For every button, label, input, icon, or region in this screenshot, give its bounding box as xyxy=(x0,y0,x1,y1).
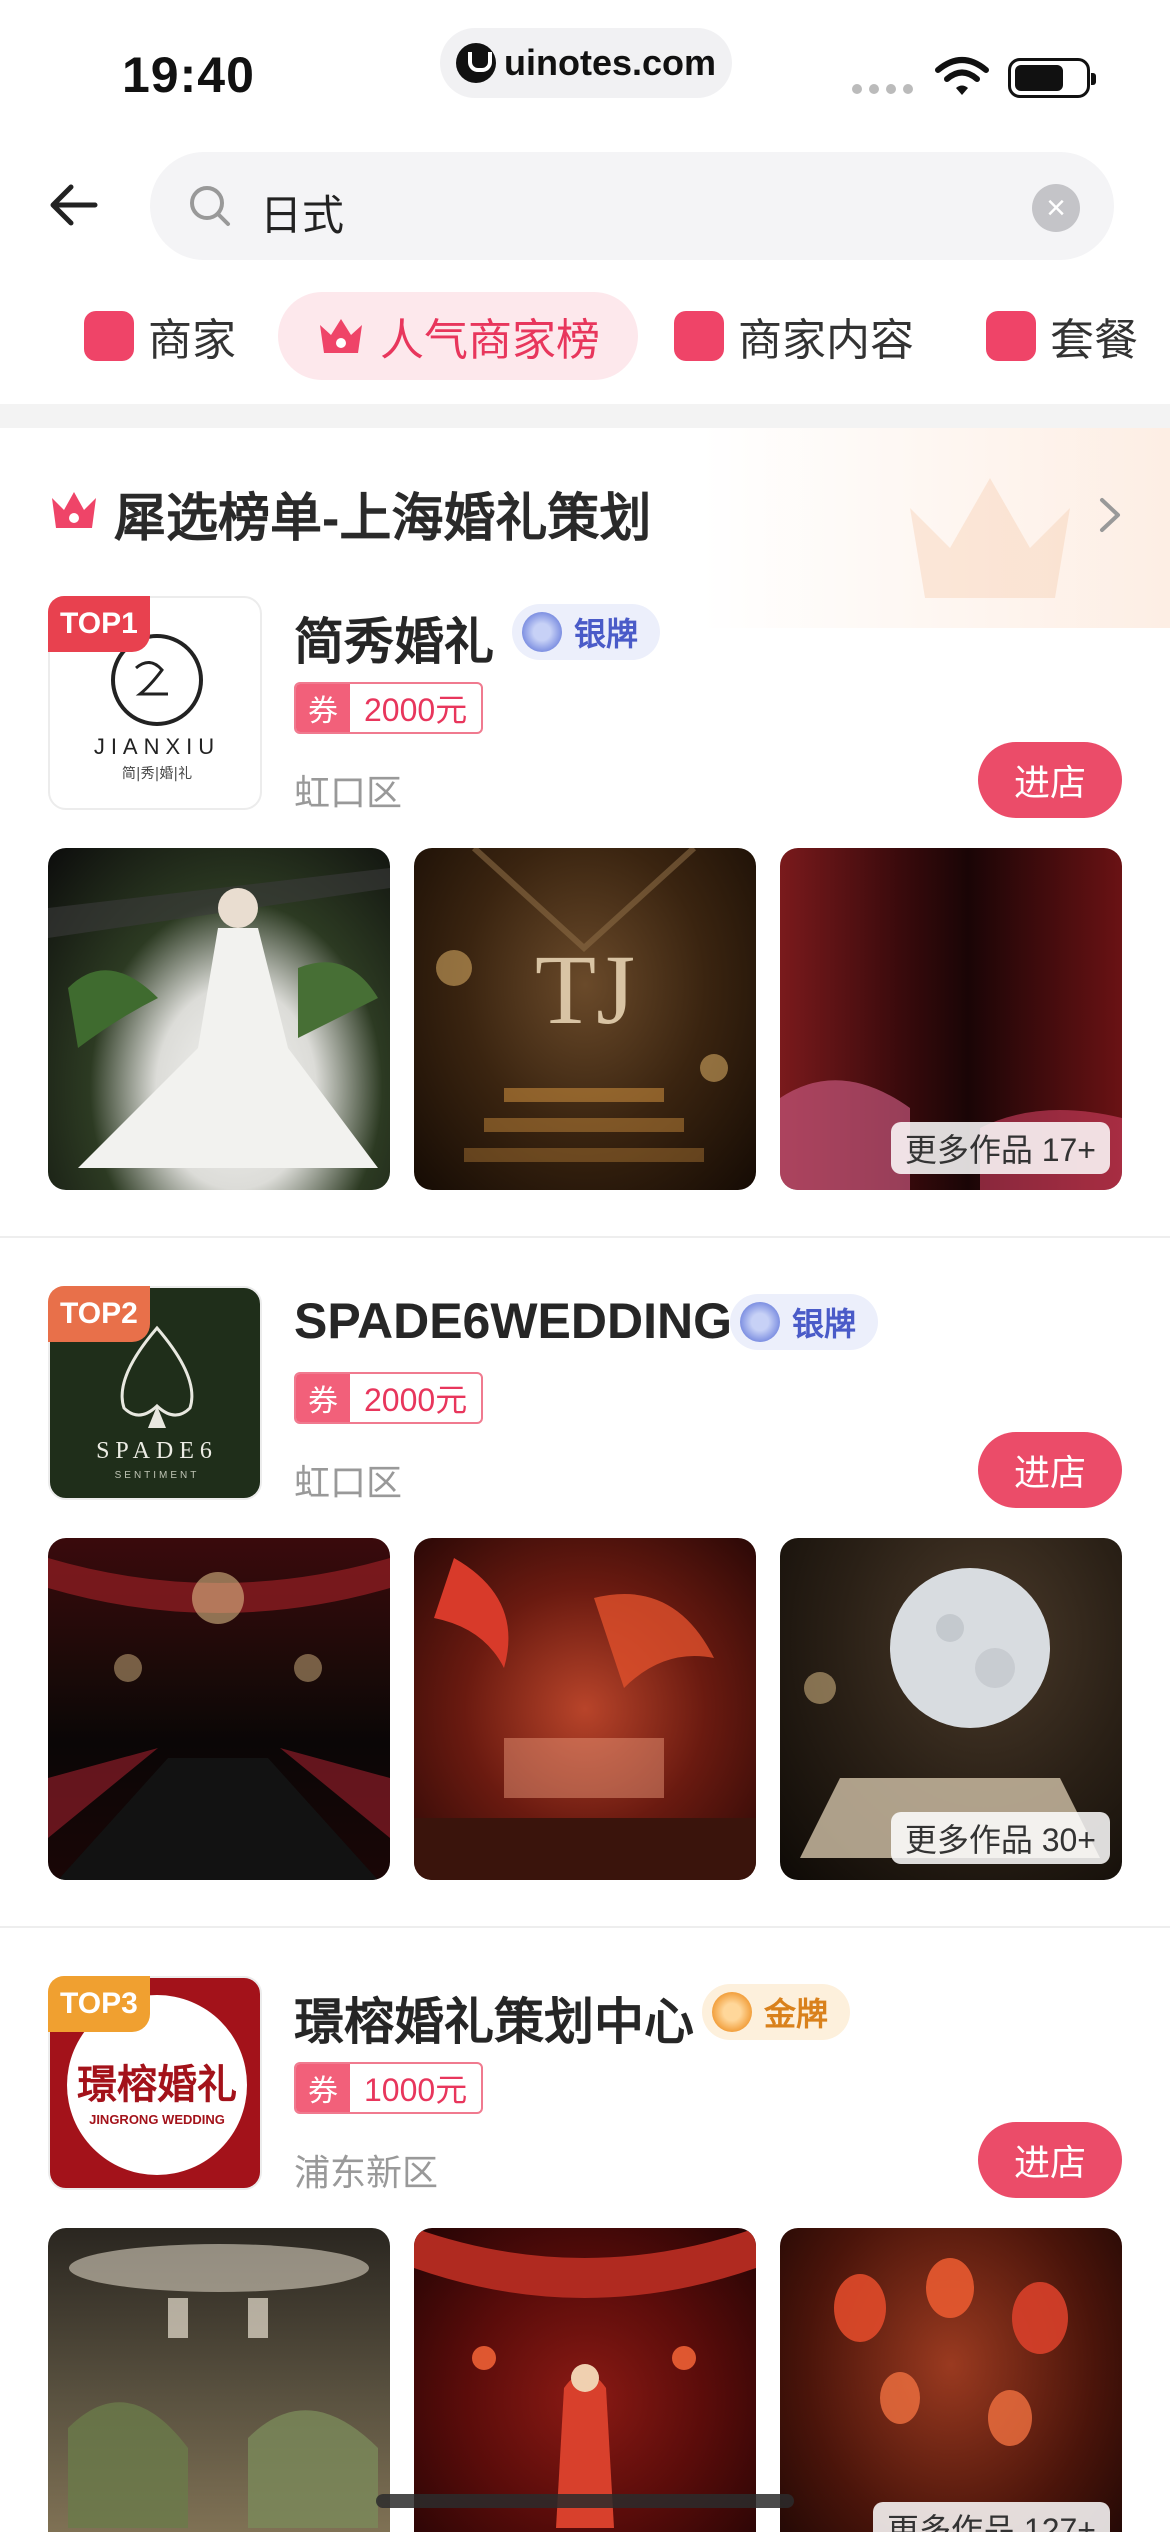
enter-store-button[interactable]: 进店 xyxy=(978,742,1122,818)
tab-label: 套餐 xyxy=(1050,316,1138,365)
url-pill[interactable]: uinotes.com xyxy=(440,28,732,98)
logo-subtext: 简|秀|婚|礼 xyxy=(122,765,192,782)
card-divider xyxy=(0,1926,1170,1928)
work-photo-red-curtain[interactable]: 更多作品 17+ xyxy=(780,848,1122,1190)
work-photo-chandelier-hall[interactable] xyxy=(48,1538,390,1880)
rank-badge: TOP3 xyxy=(48,1976,150,2032)
crown-icon xyxy=(52,492,96,528)
battery-icon xyxy=(1008,58,1096,98)
site-logo-icon xyxy=(455,43,496,83)
lanterns-image xyxy=(834,2258,1068,2446)
chinese-wedding-image xyxy=(414,2228,756,2528)
logo-subtext: SENTIMENT xyxy=(115,1470,200,1481)
logo-subtext: JINGRONG WEDDING xyxy=(89,2112,225,2127)
merchant-district: 虹口区 xyxy=(294,772,403,813)
search-value: 日式 xyxy=(260,192,345,239)
status-time: 19:40 xyxy=(122,47,255,103)
coupon-tag: 券 xyxy=(296,1374,350,1422)
bride-photo-image xyxy=(48,868,390,1168)
medal-label: 银牌 xyxy=(792,1306,857,1342)
work-photo-chinese-wedding[interactable] xyxy=(414,2228,756,2532)
category-tabs: 商家 人气商家榜 商家内容 套餐 xyxy=(0,292,1170,392)
tab-popular-merchant-ranking[interactable]: 人气商家榜 xyxy=(278,292,638,380)
home-indicator[interactable] xyxy=(376,2494,794,2508)
merchant-name: 璟榕婚礼策划中心 xyxy=(294,1994,694,2050)
merchant-card[interactable]: SPADE6 SENTIMENT TOP2 SPADE6WEDDING 银牌 券… xyxy=(0,1286,1170,1880)
medal-badge: 银牌 xyxy=(730,1294,879,1350)
coupon-amount: 2000元 xyxy=(364,1382,468,1418)
coupon-badge: 券 2000元 xyxy=(294,682,484,734)
coupon-badge: 券 1000元 xyxy=(294,2062,484,2114)
logo-text: SPADE6 xyxy=(96,1438,218,1464)
back-button[interactable] xyxy=(40,172,106,238)
merchant-card[interactable]: JIANXIU 简|秀|婚|礼 TOP1 简秀婚礼 银牌 券 2000元 虹口区… xyxy=(0,596,1170,1190)
merchant-name: 简秀婚礼 xyxy=(294,614,494,670)
medal-badge: 金牌 xyxy=(702,1984,851,2040)
tab-label: 商家 xyxy=(148,316,236,365)
coupon-tag: 券 xyxy=(296,684,350,732)
work-photo-garden-stage[interactable] xyxy=(48,2228,390,2532)
work-photo-moon-stage[interactable]: 更多作品 30+ xyxy=(780,1538,1122,1880)
wifi-icon xyxy=(935,57,989,95)
work-photo-lanterns[interactable]: 更多作品 127+ xyxy=(780,2228,1122,2532)
garden-stage-image xyxy=(68,2244,378,2528)
status-bar: 19:40 uinotes.com xyxy=(0,0,1170,140)
stage-monogram-image: TJ xyxy=(436,848,728,1162)
close-icon: × xyxy=(1046,189,1066,227)
tab-merchants[interactable]: 商家 xyxy=(84,292,236,380)
card-divider xyxy=(0,1236,1170,1238)
crown-watermark-icon xyxy=(910,478,1070,598)
rank-badge: TOP2 xyxy=(48,1286,150,1342)
tab-label: 人气商家榜 xyxy=(380,316,600,365)
rank-badge: TOP1 xyxy=(48,596,150,652)
tab-merchant-content[interactable]: 商家内容 xyxy=(674,292,914,380)
coupon-amount: 1000元 xyxy=(364,2072,468,2108)
more-works-tag[interactable]: 更多作品 30+ xyxy=(890,1812,1110,1864)
ranking-section: 犀选榜单-上海婚礼策划 JIANXIU 简|秀|婚|礼 TOP1 简秀婚礼 银牌… xyxy=(0,428,1170,2532)
merchant-card[interactable]: 璟榕婚礼 JINGRONG WEDDING TOP3 璟榕婚礼策划中心 金牌 券… xyxy=(0,1976,1170,2532)
enter-store-button[interactable]: 进店 xyxy=(978,2122,1122,2198)
work-photo-bride[interactable] xyxy=(48,848,390,1190)
search-input[interactable]: 日式 × xyxy=(150,152,1114,260)
yen-tag-icon xyxy=(986,311,1036,361)
crown-icon xyxy=(320,319,362,353)
section-divider xyxy=(0,404,1170,428)
cellular-signal-icon xyxy=(852,84,913,94)
silver-medal-icon xyxy=(522,612,562,652)
merchant-district: 虹口区 xyxy=(294,1462,403,1503)
search-icon xyxy=(190,186,230,226)
medal-badge: 银牌 xyxy=(512,604,661,660)
section-title: 犀选榜单-上海婚礼策划 xyxy=(114,490,652,548)
logo-text: 璟榕婚礼 xyxy=(77,2061,237,2108)
gold-medal-icon xyxy=(712,1992,752,2032)
clear-search-button[interactable]: × xyxy=(1032,184,1080,232)
more-works-tag[interactable]: 更多作品 17+ xyxy=(890,1122,1110,1174)
more-works-tag[interactable]: 更多作品 127+ xyxy=(873,2502,1110,2532)
work-photo-red-stage[interactable] xyxy=(414,1538,756,1880)
merchant-name: SPADE6WEDDING xyxy=(294,1293,733,1349)
medal-label: 金牌 xyxy=(764,1996,829,2032)
coupon-badge: 券 2000元 xyxy=(294,1372,484,1424)
medal-label: 银牌 xyxy=(574,616,639,652)
work-gallery: TJ 更多作品 17+ xyxy=(48,848,1122,1190)
work-photo-stage[interactable]: TJ xyxy=(414,848,756,1190)
url-text: uinotes.com xyxy=(503,42,717,83)
red-stage-image xyxy=(414,1558,756,1880)
svg-text:TJ: TJ xyxy=(535,934,635,1045)
logo-text: JIANXIU xyxy=(94,734,220,759)
chevron-right-icon[interactable] xyxy=(1090,490,1130,540)
tab-packages[interactable]: 套餐 xyxy=(986,292,1138,380)
coupon-tag: 券 xyxy=(296,2064,350,2112)
tab-label: 商家内容 xyxy=(738,316,914,365)
arrow-left-icon xyxy=(50,184,98,226)
chandelier-hall-image xyxy=(48,1558,390,1880)
coupon-amount: 2000元 xyxy=(364,692,468,728)
document-icon xyxy=(674,311,724,361)
enter-store-button[interactable]: 进店 xyxy=(978,1432,1122,1508)
work-gallery: 更多作品 30+ xyxy=(48,1538,1122,1880)
merchant-district: 浦东新区 xyxy=(294,2152,439,2193)
work-gallery: 更多作品 127+ xyxy=(48,2228,1122,2532)
store-icon xyxy=(84,311,134,361)
silver-medal-icon xyxy=(740,1302,780,1342)
